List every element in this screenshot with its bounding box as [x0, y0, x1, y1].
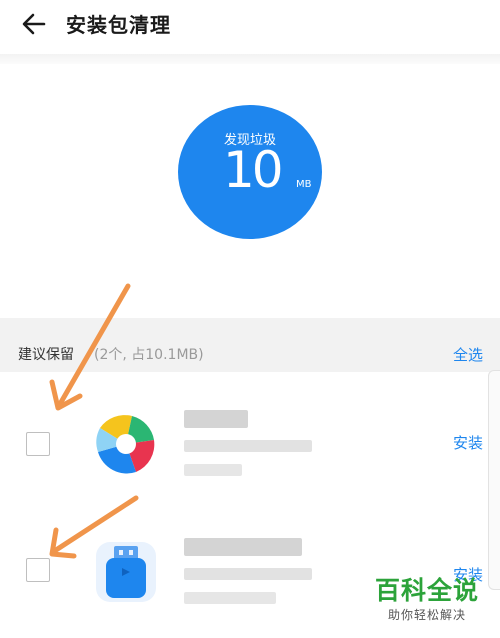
watermark-brand: 百科全说	[374, 576, 479, 605]
section-header: 建议保留 (2个, 占10.1MB) 全选	[0, 318, 500, 372]
app-size-placeholder	[184, 592, 276, 604]
junk-size-unit: MB	[296, 179, 312, 190]
app-name-placeholder	[184, 410, 248, 428]
install-button[interactable]: 安装	[453, 432, 483, 453]
divider-band	[0, 54, 500, 64]
watermark-slogan: 助你轻松解决	[387, 608, 466, 623]
app-info-placeholder	[184, 440, 312, 452]
back-arrow-icon[interactable]	[18, 8, 50, 40]
list-item[interactable]: 安装	[0, 376, 500, 504]
app-name-placeholder	[184, 538, 302, 556]
top-bar: 安装包清理	[0, 0, 500, 48]
page-title: 安装包清理	[66, 13, 171, 37]
item-checkbox[interactable]	[26, 558, 50, 582]
section-title: 建议保留	[18, 347, 74, 363]
section-count: (2个, 占10.1MB)	[94, 347, 204, 363]
app-size-placeholder	[184, 464, 242, 476]
junk-size-value: 10	[223, 141, 284, 199]
app-info-placeholder	[184, 568, 312, 580]
junk-summary: 发现垃圾 10 MB	[0, 64, 500, 318]
select-all-button[interactable]: 全选	[453, 344, 483, 365]
scrollbar-thumb[interactable]	[488, 370, 500, 590]
pinwheel-app-icon	[96, 415, 155, 474]
junk-size-circle: 发现垃圾 10 MB	[178, 105, 322, 239]
usb-drive-app-icon	[96, 542, 156, 602]
item-checkbox[interactable]	[26, 432, 50, 456]
watermark-logo: 百科全说 助你轻松解决	[368, 576, 486, 623]
